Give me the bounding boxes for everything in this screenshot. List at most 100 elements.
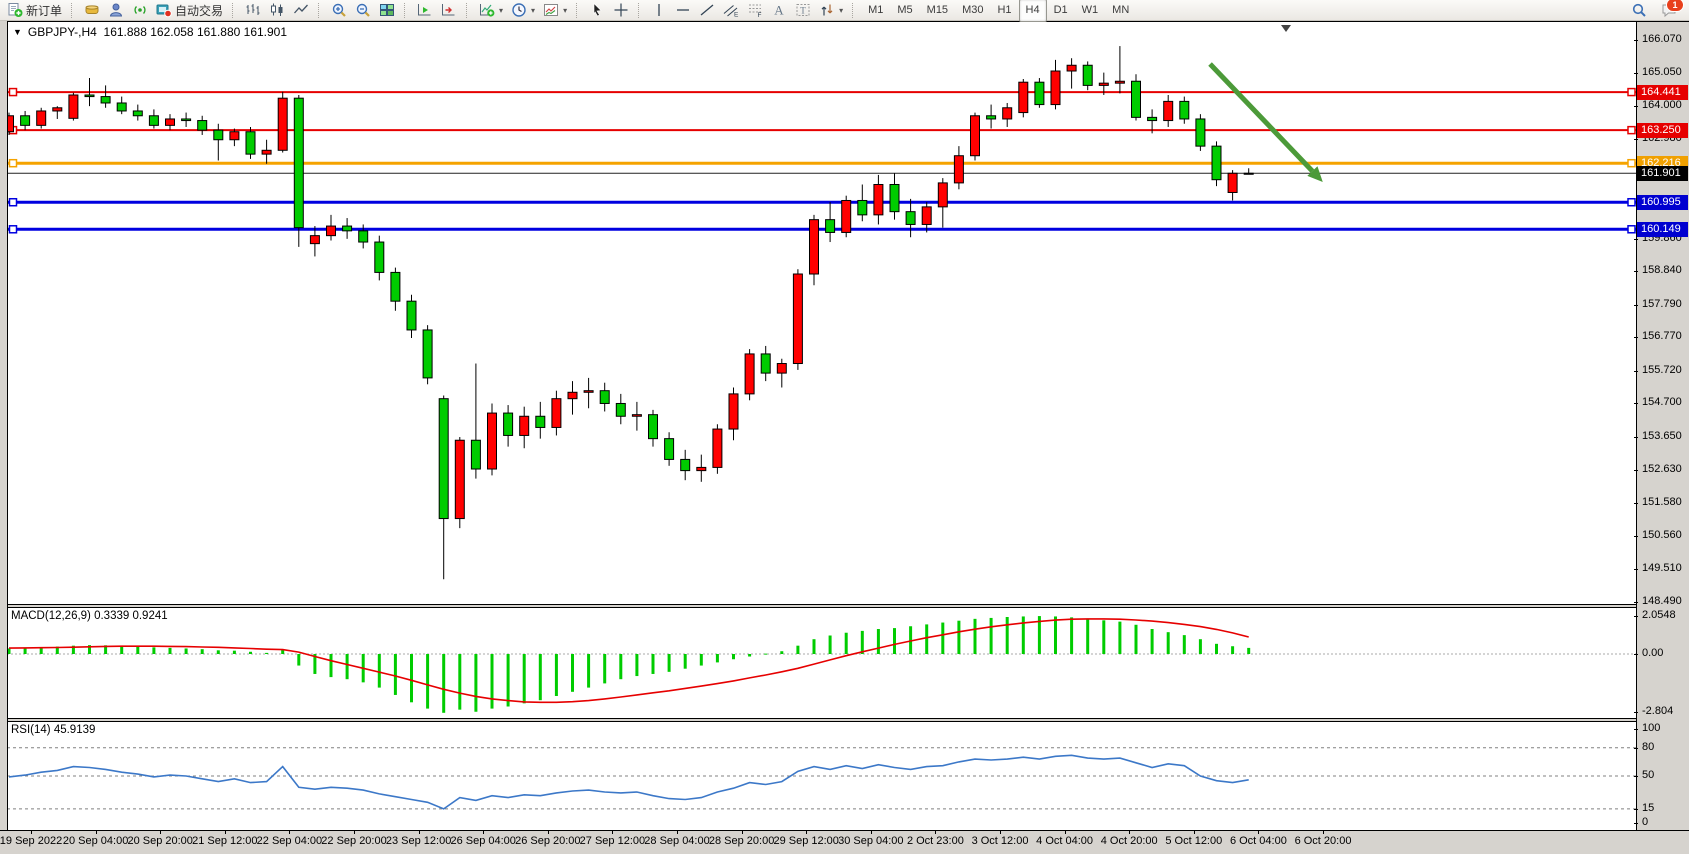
- candle: [262, 140, 271, 164]
- text-button[interactable]: A: [767, 0, 791, 21]
- zoom-in-button[interactable]: [327, 0, 351, 21]
- search-button[interactable]: [1627, 0, 1651, 21]
- channel-button[interactable]: E: [719, 0, 743, 21]
- macd-bar: [941, 623, 944, 654]
- candle: [584, 378, 593, 408]
- candle: [745, 349, 754, 400]
- macd-label: MACD(12,26,9) 0.3339 0.9241: [11, 610, 168, 622]
- trend-arrow[interactable]: [1210, 64, 1312, 171]
- macd-bar: [474, 654, 477, 712]
- trendline-button[interactable]: [695, 0, 719, 21]
- axis-tick: [1634, 337, 1638, 338]
- autotrade-button[interactable]: 自动交易: [152, 0, 227, 21]
- level-marker-icon[interactable]: [10, 199, 17, 206]
- candle: [423, 325, 432, 384]
- accounts-button[interactable]: [104, 0, 128, 21]
- zoom-in-icon: [331, 2, 347, 18]
- time-tick: [96, 831, 97, 834]
- candle-chart-button[interactable]: [265, 0, 289, 21]
- price-chart-canvas[interactable]: [7, 22, 1636, 604]
- periods-button[interactable]: ▾: [507, 0, 539, 21]
- tf-w1-button[interactable]: W1: [1075, 0, 1106, 22]
- arrows-button[interactable]: ▾: [815, 0, 847, 21]
- level-marker-icon[interactable]: [1628, 89, 1635, 96]
- channel-icon: E: [723, 2, 739, 18]
- svg-text:T: T: [800, 6, 806, 16]
- candle: [1035, 78, 1044, 108]
- macd-bar: [442, 654, 445, 713]
- candle: [133, 105, 142, 121]
- candle: [1115, 46, 1124, 93]
- tf-d1-button[interactable]: D1: [1047, 0, 1075, 22]
- vline-button[interactable]: [647, 0, 671, 21]
- chart-shift-button[interactable]: [437, 0, 461, 21]
- fibonacci-button[interactable]: F: [743, 0, 767, 21]
- level-marker-icon[interactable]: [1628, 226, 1635, 233]
- text-label-button[interactable]: T: [791, 0, 815, 21]
- tf-m5-button[interactable]: M5: [890, 0, 919, 22]
- level-marker-icon[interactable]: [1628, 160, 1635, 167]
- chat-button[interactable]: 1: [1657, 0, 1681, 21]
- cursor-button[interactable]: [585, 0, 609, 21]
- rsi-indicator-canvas[interactable]: [7, 722, 1636, 830]
- crosshair-button[interactable]: [609, 0, 633, 21]
- time-label: 6 Oct 04:00: [1230, 835, 1287, 847]
- macd-signal-line: [9, 619, 1249, 702]
- chart-left-border: [7, 21, 8, 831]
- tf-m1-button[interactable]: M1: [861, 0, 890, 22]
- time-label: 3 Oct 12:00: [972, 835, 1029, 847]
- tf-mn-button[interactable]: MN: [1105, 0, 1136, 22]
- hline-button[interactable]: [671, 0, 695, 21]
- time-tick: [160, 831, 161, 834]
- level-marker-icon[interactable]: [1628, 199, 1635, 206]
- line-chart-button[interactable]: [289, 0, 313, 21]
- candle: [906, 199, 915, 237]
- axis-tick: [1634, 809, 1638, 810]
- time-tick: [225, 831, 226, 834]
- templates-button[interactable]: ▾: [539, 0, 571, 21]
- candle: [552, 391, 561, 436]
- level-marker-icon[interactable]: [10, 226, 17, 233]
- time-tick: [677, 831, 678, 834]
- tile-windows-button[interactable]: [375, 0, 399, 21]
- tf-h1-button[interactable]: H1: [990, 0, 1018, 22]
- tf-m30-button[interactable]: M30: [955, 0, 990, 22]
- candle: [616, 394, 625, 424]
- chart-shift-marker-icon[interactable]: [1281, 25, 1291, 32]
- one-click-trading-arrow[interactable]: ▼: [13, 27, 22, 37]
- level-marker-icon[interactable]: [10, 160, 17, 167]
- time-label: 6 Oct 20:00: [1295, 835, 1352, 847]
- time-label: 20 Sep 04:00: [63, 835, 128, 847]
- auto-scroll-button[interactable]: [413, 0, 437, 21]
- tf-h4-button[interactable]: H4: [1019, 0, 1047, 22]
- time-axis[interactable]: 19 Sep 202220 Sep 04:0020 Sep 20:0021 Se…: [0, 831, 1689, 851]
- zoom-out-button[interactable]: [351, 0, 375, 21]
- caret-down-icon: ▾: [531, 6, 535, 15]
- market-watch-button[interactable]: [80, 0, 104, 21]
- bar-chart-button[interactable]: [241, 0, 265, 21]
- price-badge-160.995: 160.995: [1637, 195, 1688, 210]
- macd-bar: [169, 648, 172, 654]
- candle: [1083, 61, 1092, 90]
- price-axis[interactable]: 166.070165.050164.000162.980159.860158.8…: [1637, 0, 1689, 830]
- new-order-button[interactable]: 新订单: [3, 0, 66, 21]
- price-tick-label: 154.700: [1642, 396, 1682, 408]
- level-marker-icon[interactable]: [10, 89, 17, 96]
- candle: [971, 113, 980, 161]
- macd-bar: [1135, 625, 1138, 654]
- macd-bar: [152, 647, 155, 654]
- toolbar-group: [585, 0, 633, 20]
- toolbar: 新订单 自动交易 ▾ ▾ ▾ EFAT ▾ M1M5M15M30H1H4D1W1MN 1: [0, 0, 1689, 21]
- macd-bar: [1006, 617, 1009, 654]
- candle: [294, 95, 303, 247]
- macd-indicator-canvas[interactable]: [7, 608, 1636, 718]
- clock-icon: [511, 2, 527, 18]
- price-tick-label: 148.490: [1642, 595, 1682, 607]
- indicators-button[interactable]: ▾: [475, 0, 507, 21]
- macd-bar: [491, 654, 494, 709]
- signals-button[interactable]: [128, 0, 152, 21]
- macd-bar: [330, 654, 333, 677]
- tf-m15-button[interactable]: M15: [920, 0, 955, 22]
- level-marker-icon[interactable]: [1628, 127, 1635, 134]
- axis-tick: [1634, 776, 1638, 777]
